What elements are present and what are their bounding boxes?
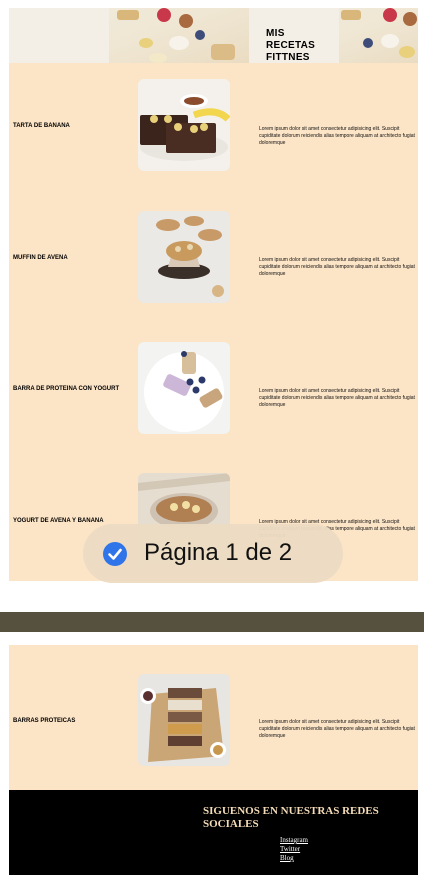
page-one: MIS RECETAS FITTNES TARTA DE BANANA Lore… [9, 8, 418, 581]
recipe-name: TARTA DE BANANA [13, 123, 70, 129]
page-two: BARRAS PROTEICAS Lorem ipsum dolor sit a… [9, 645, 418, 875]
recipe-description: Lorem ipsum dolor sit amet consectetur a… [259, 388, 415, 408]
header-food-image-right [339, 8, 418, 63]
social-links: Instagram Twitter Blog [280, 836, 308, 863]
title-line-1: MIS [266, 28, 285, 39]
title-line-3: FITTNES [266, 52, 310, 63]
footer: SIGUENOS EN NUESTRAS REDES SOCIALES Inst… [9, 790, 418, 875]
recipe-description: Lorem ipsum dolor sit amet consectetur a… [259, 257, 415, 277]
recipe-name: MUFFIN DE AVENA [13, 255, 68, 261]
recipe-name: YOGURT DE AVENA Y BANANA [13, 518, 104, 524]
recipe-name: BARRA DE PROTEINA CON YOGURT [13, 386, 120, 392]
page-title: MIS RECETAS FITTNES [266, 28, 315, 63]
header-food-image-left [109, 8, 249, 63]
header-banner: MIS RECETAS FITTNES [9, 8, 418, 63]
yogurt-protein-bar-image [138, 342, 230, 434]
checkmark-circle-icon [103, 542, 127, 566]
page-indicator-text: Página 1 de 2 [144, 539, 293, 566]
protein-bars-image [138, 674, 230, 766]
page-indicator-toast: Página 1 de 2 [83, 524, 343, 583]
recipe-description: Lorem ipsum dolor sit amet consectetur a… [259, 719, 415, 739]
recipe-row-muffin-de-avena: MUFFIN DE AVENA Lorem ipsum dolor sit am… [9, 194, 418, 325]
recipe-name: BARRAS PROTEICAS [13, 718, 76, 724]
footer-title: SIGUENOS EN NUESTRAS REDES SOCIALES [203, 805, 379, 830]
banana-cake-image [138, 79, 230, 171]
recipe-row-barras-proteicas: BARRAS PROTEICAS Lorem ipsum dolor sit a… [9, 645, 418, 790]
twitter-link[interactable]: Twitter [280, 845, 308, 854]
blog-link[interactable]: Blog [280, 854, 308, 863]
oat-muffin-image [138, 211, 230, 303]
page-divider [0, 612, 424, 632]
recipe-row-tarta-de-banana: TARTA DE BANANA Lorem ipsum dolor sit am… [9, 63, 418, 194]
recipe-description: Lorem ipsum dolor sit amet consectetur a… [259, 126, 415, 146]
instagram-link[interactable]: Instagram [280, 836, 308, 845]
title-line-2: RECETAS [266, 40, 316, 51]
recipe-row-barra-de-proteina-con-yogurt: BARRA DE PROTEINA CON YOGURT Lorem ipsum… [9, 325, 418, 456]
